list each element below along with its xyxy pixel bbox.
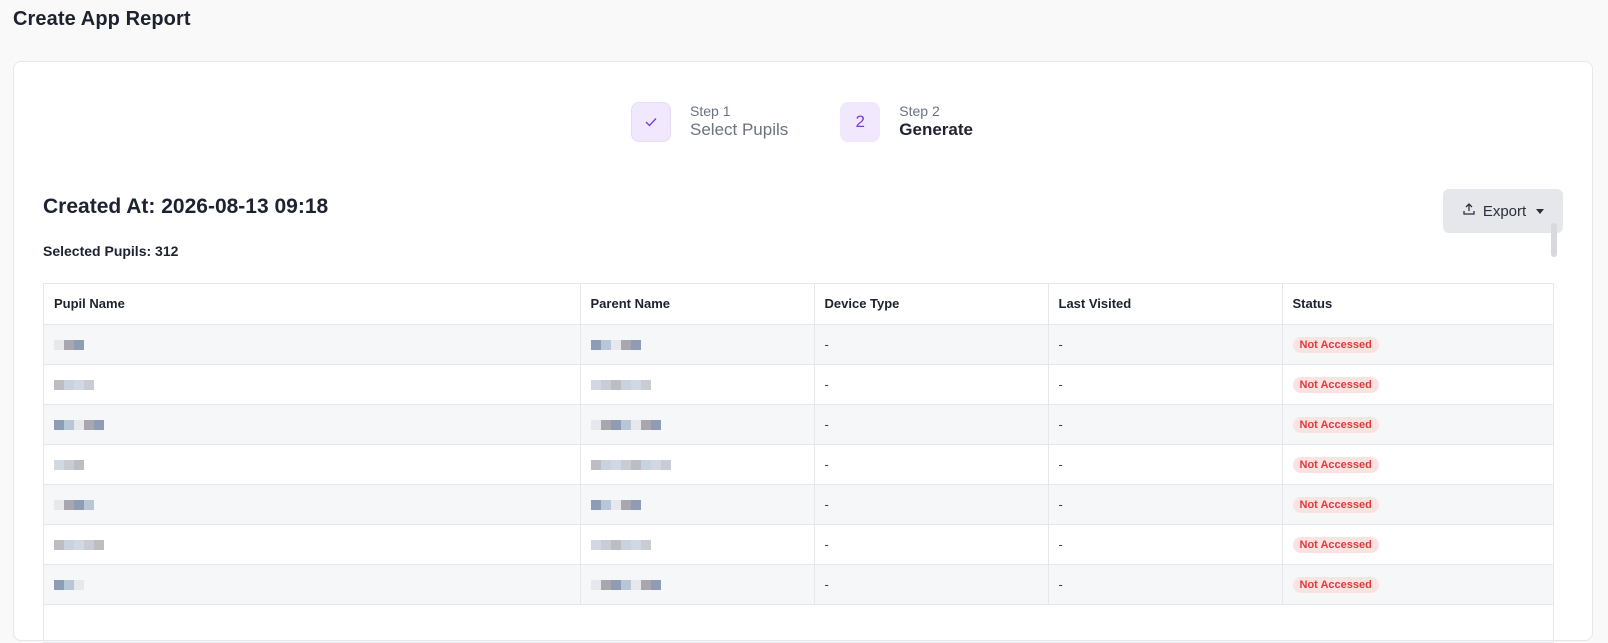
redacted-name bbox=[54, 540, 104, 551]
cell-last-visited: - bbox=[1048, 484, 1283, 525]
step-number: Step 1 bbox=[690, 103, 731, 119]
status-badge: Not Accessed bbox=[1292, 376, 1379, 393]
status-badge: Not Accessed bbox=[1292, 536, 1379, 553]
table-row[interactable]: - - Not Accessed bbox=[44, 484, 1553, 525]
cell-pupil-name bbox=[44, 564, 581, 605]
export-label: Export bbox=[1482, 202, 1527, 220]
redacted-name bbox=[54, 500, 94, 511]
cell-pupil-name bbox=[44, 324, 581, 365]
cell-parent-name bbox=[580, 444, 815, 485]
cell-status: Not Accessed bbox=[1282, 484, 1553, 525]
cell-status: Not Accessed bbox=[1282, 564, 1553, 605]
status-badge: Not Accessed bbox=[1292, 416, 1379, 433]
redacted-name bbox=[590, 500, 641, 511]
cell-pupil-name bbox=[44, 404, 581, 445]
cell-pupil-name bbox=[44, 484, 581, 525]
table-row[interactable]: - - Not Accessed bbox=[44, 324, 1553, 365]
cell-last-visited: - bbox=[1048, 444, 1283, 485]
step-label: Generate bbox=[899, 120, 973, 139]
caret-down-icon bbox=[1536, 208, 1545, 214]
cell-last-visited: - bbox=[1048, 524, 1283, 565]
cell-last-visited: - bbox=[1048, 364, 1283, 405]
upload-icon bbox=[1462, 202, 1476, 220]
step-generate[interactable]: 2 Step 2 Generate bbox=[840, 102, 973, 142]
cell-device-type: - bbox=[814, 364, 1049, 405]
cell-device-type: - bbox=[814, 524, 1049, 565]
cell-last-visited: - bbox=[1048, 404, 1283, 445]
cell-device-type: - bbox=[814, 484, 1049, 525]
redacted-name bbox=[590, 580, 661, 591]
cell-status: Not Accessed bbox=[1282, 524, 1553, 565]
cell-parent-name bbox=[580, 524, 815, 565]
cell-device-type: - bbox=[814, 404, 1049, 445]
cell-parent-name bbox=[580, 404, 815, 445]
status-badge: Not Accessed bbox=[1292, 496, 1379, 513]
column-header-pupil-name[interactable]: Pupil Name bbox=[44, 284, 581, 325]
export-button[interactable]: Export bbox=[1443, 189, 1563, 233]
cell-status: Not Accessed bbox=[1282, 364, 1553, 405]
cell-parent-name bbox=[580, 324, 815, 365]
created-at-heading: Created At: 2026-08-13 09:18 bbox=[43, 195, 329, 218]
table-row[interactable]: - - Not Accessed bbox=[44, 444, 1553, 485]
status-badge: Not Accessed bbox=[1292, 576, 1379, 593]
column-header-status[interactable]: Status bbox=[1282, 284, 1553, 325]
table-header-row: Pupil Name Parent Name Device Type Last … bbox=[44, 284, 1553, 325]
cell-device-type: - bbox=[814, 564, 1049, 605]
table-scrollbar[interactable] bbox=[1551, 223, 1557, 257]
redacted-name bbox=[54, 380, 94, 391]
status-badge: Not Accessed bbox=[1292, 456, 1379, 473]
cell-pupil-name bbox=[44, 524, 581, 565]
redacted-name bbox=[54, 340, 84, 351]
report-card: Step 1 Select Pupils 2 Step 2 Generate C… bbox=[13, 61, 1593, 643]
step-number-badge: 2 bbox=[840, 102, 881, 142]
pupils-table: Pupil Name Parent Name Device Type Last … bbox=[43, 283, 1554, 643]
redacted-name bbox=[590, 380, 651, 391]
redacted-name bbox=[590, 340, 641, 351]
cell-status: Not Accessed bbox=[1282, 324, 1553, 365]
cell-device-type: - bbox=[814, 444, 1049, 485]
page-title: Create App Report bbox=[13, 8, 191, 30]
cell-pupil-name bbox=[44, 444, 581, 485]
cell-device-type: - bbox=[814, 324, 1049, 365]
cell-parent-name bbox=[580, 364, 815, 405]
step-number: Step 2 bbox=[899, 103, 940, 119]
redacted-name bbox=[54, 460, 84, 471]
cell-status: Not Accessed bbox=[1282, 444, 1553, 485]
check-icon bbox=[631, 102, 671, 142]
cell-pupil-name bbox=[44, 364, 581, 405]
column-header-last-visited[interactable]: Last Visited bbox=[1048, 284, 1283, 325]
table-row[interactable]: - - Not Accessed bbox=[44, 364, 1553, 405]
status-badge: Not Accessed bbox=[1292, 336, 1379, 353]
selected-pupils-count: Selected Pupils: 312 bbox=[43, 243, 179, 259]
cell-last-visited: - bbox=[1048, 324, 1283, 365]
cell-last-visited: - bbox=[1048, 564, 1283, 605]
cell-status: Not Accessed bbox=[1282, 404, 1553, 445]
column-header-parent-name[interactable]: Parent Name bbox=[580, 284, 815, 325]
table-row[interactable]: - - Not Accessed bbox=[44, 524, 1553, 565]
redacted-name bbox=[54, 580, 84, 591]
redacted-name bbox=[590, 460, 671, 471]
redacted-name bbox=[54, 420, 104, 431]
stepper: Step 1 Select Pupils 2 Step 2 Generate bbox=[631, 102, 973, 142]
step-label: Select Pupils bbox=[690, 120, 789, 139]
redacted-name bbox=[590, 540, 651, 551]
redacted-name bbox=[590, 420, 661, 431]
cell-parent-name bbox=[580, 564, 815, 605]
column-header-device-type[interactable]: Device Type bbox=[814, 284, 1049, 325]
table-row[interactable]: - - Not Accessed bbox=[44, 564, 1553, 605]
table-row[interactable]: - - Not Accessed bbox=[44, 404, 1553, 445]
cell-parent-name bbox=[580, 484, 815, 525]
step-select-pupils[interactable]: Step 1 Select Pupils bbox=[631, 102, 788, 142]
